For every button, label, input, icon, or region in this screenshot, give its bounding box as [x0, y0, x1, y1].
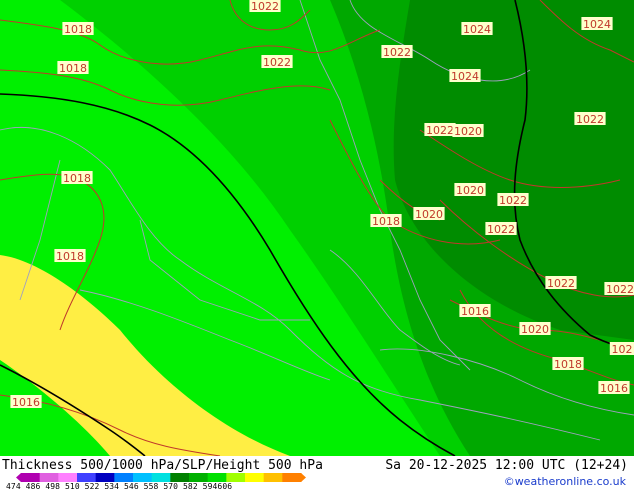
- valid-time: Sa 20-12-2025 12:00 UTC (12+24): [385, 458, 628, 473]
- scale-swatch: [170, 473, 190, 482]
- isobar-label: 1018: [56, 250, 84, 263]
- isobar-label: 1016: [12, 396, 40, 409]
- isobar-label: 1022: [251, 0, 279, 13]
- scale-swatch: [189, 473, 209, 482]
- map-title: Thickness 500/1000 hPa/SLP/Height 500 hP…: [2, 458, 323, 473]
- scale-swatch: [282, 473, 302, 482]
- scale-arrow-right: [301, 473, 306, 482]
- scale-swatch: [114, 473, 134, 482]
- isobar-label: 1022: [547, 277, 575, 290]
- scale-swatch: [95, 473, 115, 482]
- isobar-label: 1018: [64, 23, 92, 36]
- scale-swatch: [133, 473, 153, 482]
- isobar-label: 1018: [63, 172, 91, 185]
- isobar-label: 1024: [583, 18, 611, 31]
- isobar-label: 1024: [451, 70, 479, 83]
- isobar-label: 1020: [456, 184, 484, 197]
- isobar-label: 1020: [521, 323, 549, 336]
- scale-swatch: [245, 473, 265, 482]
- weather-map: 1022 1018 1024 1024 1022 1022 1018 1024 1022 1022…: [0, 0, 634, 456]
- credit-link[interactable]: ©weatheronline.co.uk: [504, 475, 626, 488]
- isobar-label: 1022: [383, 46, 411, 59]
- isobar-label: 1022: [606, 283, 634, 296]
- isobar-label: 1016: [461, 305, 489, 318]
- isobar-label: 1022: [499, 194, 527, 207]
- isobar-label: 1022: [263, 56, 291, 69]
- scale-swatch: [263, 473, 283, 482]
- isobar-label: 1018: [59, 62, 87, 75]
- isobar-label: 102: [612, 343, 633, 356]
- scale-swatch: [207, 473, 227, 482]
- scale-swatch: [151, 473, 171, 482]
- isobar-label: 1016: [600, 382, 628, 395]
- isobar-label: 1020: [415, 208, 443, 221]
- isobar-label: 1022: [487, 223, 515, 236]
- isobar-label: 1018: [554, 358, 582, 371]
- isobar-label: 1022: [576, 113, 604, 126]
- isobar-label: 1024: [463, 23, 491, 36]
- isobar-label: 1020: [454, 125, 482, 138]
- scale-swatch: [226, 473, 246, 482]
- thickness-color-scale: [16, 473, 306, 482]
- scale-swatch: [77, 473, 97, 482]
- scale-arrow-left: [16, 473, 21, 482]
- isobar-label: 1018: [372, 215, 400, 228]
- scale-swatch: [39, 473, 59, 482]
- scale-swatch: [58, 473, 78, 482]
- scale-swatch: [21, 473, 41, 482]
- isobar-label: 1022: [426, 124, 454, 137]
- legend-bar: Thickness 500/1000 hPa/SLP/Height 500 hP…: [0, 456, 634, 491]
